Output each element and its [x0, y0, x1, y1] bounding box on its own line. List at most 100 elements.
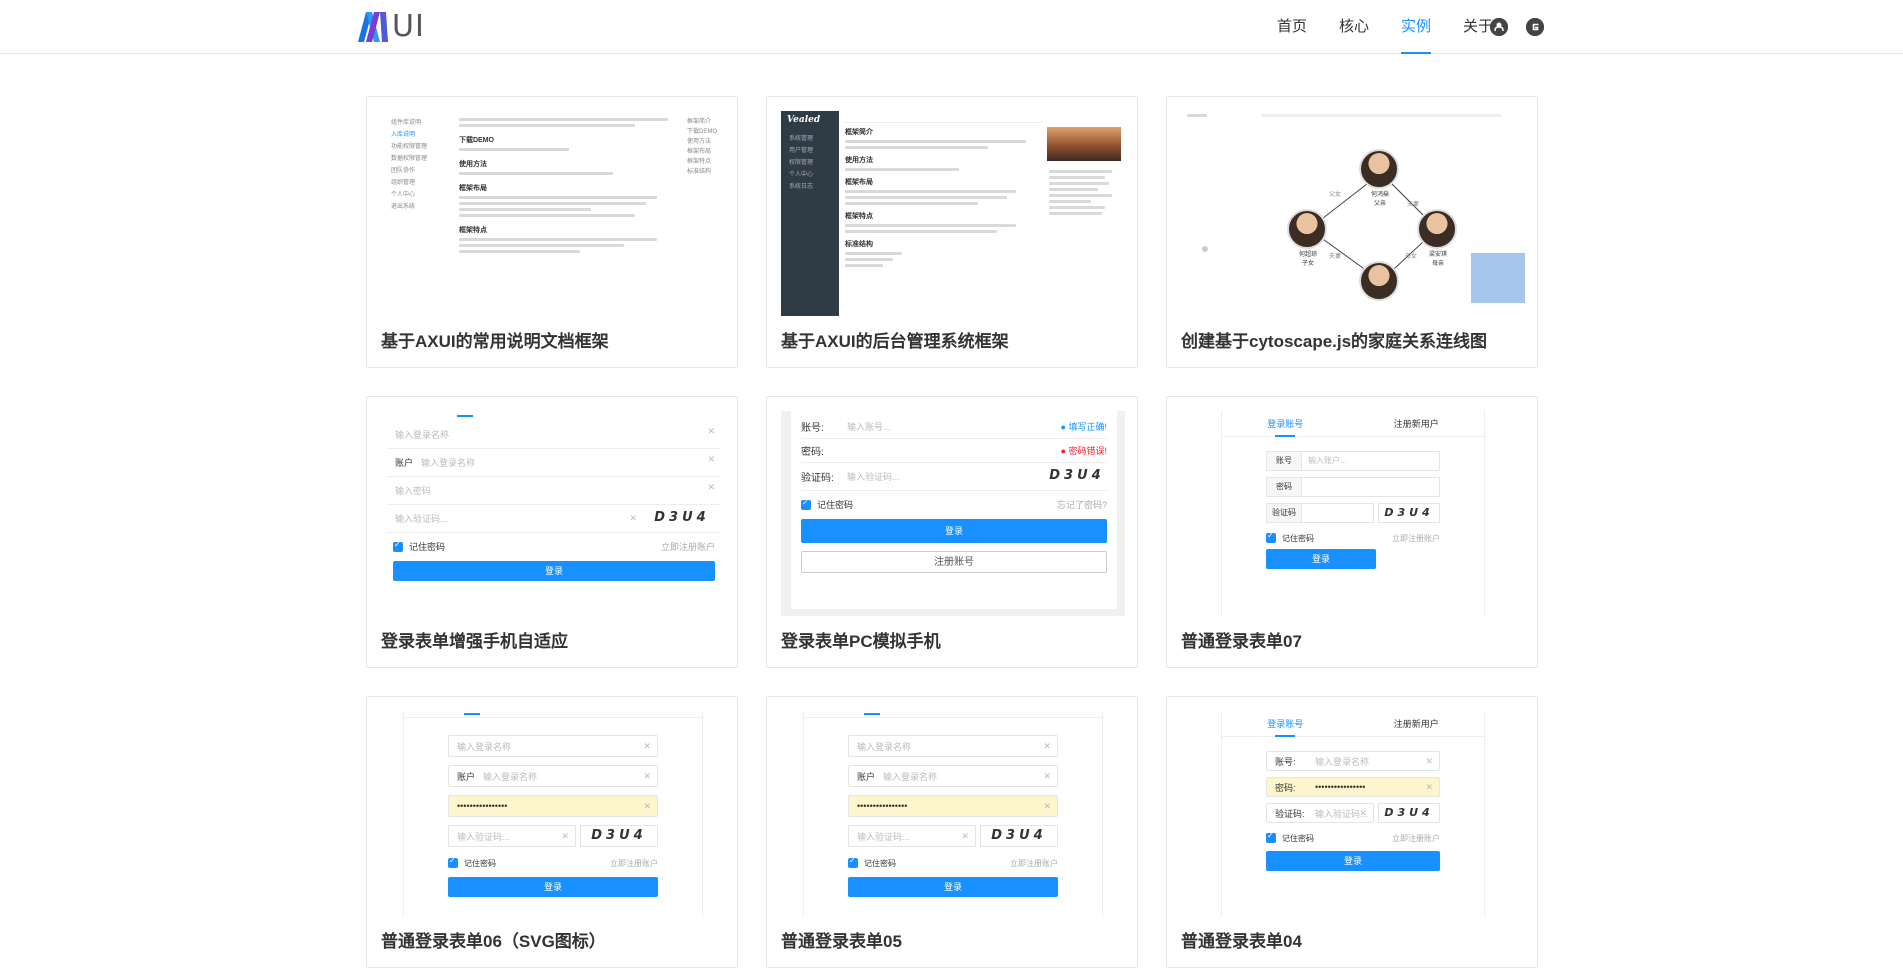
site-logo[interactable]: UI [358, 12, 425, 42]
clear-icon[interactable]: ✕ [707, 426, 715, 437]
nav-core[interactable]: 核心 [1339, 0, 1369, 54]
tab-login[interactable]: 登录账号 [1267, 711, 1303, 737]
ax-logo-icon [358, 12, 388, 42]
login-button[interactable]: 登录 [848, 877, 1058, 897]
password-input[interactable] [1302, 477, 1440, 497]
anchor-item: 标准结构 [687, 169, 712, 175]
captcha-image[interactable]: D3U4 [1378, 803, 1440, 823]
remember-checkbox[interactable]: 记住密码 [848, 856, 896, 869]
check-circle-icon: ● [1060, 422, 1066, 432]
password-label: 密码 [1266, 477, 1302, 497]
tab-register[interactable]: 注册新用户 [1394, 411, 1439, 436]
captcha-field[interactable]: 输入验证码... ✕ [448, 825, 576, 847]
clear-icon[interactable]: ✕ [1043, 741, 1051, 752]
register-link[interactable]: 立即注册账户 [1392, 533, 1440, 544]
github-icon[interactable] [1490, 18, 1508, 36]
field-placeholder: 输入登录名称 [395, 430, 450, 440]
remember-checkbox[interactable]: 记住密码 [801, 498, 853, 511]
card-title[interactable]: 创建基于cytoscape.js的家庭关系连线图 [1181, 327, 1487, 352]
username-field[interactable]: 输入登录名称 ✕ [848, 735, 1058, 757]
remember-checkbox[interactable]: 记住密码 [448, 856, 496, 869]
captcha-image[interactable]: D3U4 [1378, 503, 1440, 523]
gitee-icon[interactable] [1526, 18, 1544, 36]
login-button[interactable]: 登录 [448, 877, 658, 897]
password-label: 密码: [1275, 782, 1296, 793]
account-field[interactable]: 账户 输入登录名称 ✕ [448, 765, 658, 787]
example-card[interactable]: 输入登录名称 ✕ 账户 输入登录名称 ✕ •••••••••••••••• ✕ 输入验证… [366, 696, 738, 968]
clear-icon[interactable]: ✕ [707, 454, 715, 465]
card-title[interactable]: 登录表单增强手机自适应 [381, 627, 568, 652]
clear-icon[interactable]: ✕ [961, 831, 969, 842]
clear-icon[interactable]: ✕ [1043, 771, 1051, 782]
clear-icon[interactable]: ✕ [643, 771, 651, 782]
password-field[interactable]: 输入密码 ✕ [387, 477, 721, 505]
card-title[interactable]: 普通登录表单06（SVG图标） [381, 927, 606, 952]
account-field[interactable]: 账户 输入登录名称 ✕ [848, 765, 1058, 787]
tab-register[interactable]: 注册新用户 [1394, 711, 1439, 736]
username-field[interactable]: 输入登录名称 ✕ [387, 421, 721, 449]
captcha-image[interactable]: D3U4 [980, 825, 1058, 847]
account-input[interactable]: 输入账户... [1302, 451, 1440, 471]
captcha-input[interactable] [1302, 503, 1374, 523]
register-link[interactable]: 立即注册账户 [610, 858, 658, 869]
username-field[interactable]: 输入登录名称 ✕ [448, 735, 658, 757]
clear-icon[interactable]: ✕ [629, 513, 637, 524]
card-title[interactable]: 基于AXUI的后台管理系统框架 [781, 327, 1009, 352]
nav-examples[interactable]: 实例 [1400, 0, 1431, 54]
clear-icon[interactable]: ✕ [643, 741, 651, 752]
account-field[interactable]: 账户 输入登录名称 ✕ [387, 449, 721, 477]
forgot-password-link[interactable]: 忘记了密码? [1057, 498, 1107, 511]
card-thumbnail: Vealed 系统管理 用户管理 权限管理 个人中心 系统日志 框架简介 使用方… [781, 111, 1125, 316]
tab-login[interactable]: 登录账号 [1267, 411, 1303, 437]
login-button[interactable]: 登录 [393, 561, 715, 581]
register-link[interactable]: 立即注册账户 [1392, 833, 1440, 844]
example-card[interactable]: 何鸿燊 父亲 何超琼 子女 梁安琪 母亲 父女 夫妻 母女 夫妻 创建基于cyt… [1166, 96, 1538, 368]
card-title[interactable]: 普通登录表单07 [1181, 627, 1302, 652]
captcha-image[interactable]: D3U4 [1047, 465, 1107, 488]
login-button[interactable]: 登录 [801, 519, 1107, 543]
example-card[interactable]: 登录账号 注册新用户 账号输入账户... 密码 验证码 D3U4 记住密码 立即注… [1166, 396, 1538, 668]
account-row[interactable]: 账号: 输入账号... ● 填写正确! [801, 415, 1107, 439]
card-title[interactable]: 普通登录表单05 [781, 927, 902, 952]
register-button[interactable]: 注册账号 [801, 551, 1107, 573]
example-card[interactable]: 输入登录名称 ✕ 账户输入登录名称✕ 输入密码✕ 输入验证码...✕ D3U4 记… [366, 396, 738, 668]
register-link[interactable]: 立即注册账户 [1010, 858, 1058, 869]
example-card[interactable]: 输入登录名称 ✕ 账户 输入登录名称 ✕ •••••••••••••••• ✕ 输入验证… [766, 696, 1138, 968]
register-link[interactable]: 立即注册账户 [661, 540, 715, 553]
password-field[interactable]: 密码: •••••••••••••••• ✕ [1266, 777, 1440, 797]
remember-checkbox[interactable]: 记住密码 [1266, 831, 1314, 844]
card-title[interactable]: 基于AXUI的常用说明文档框架 [381, 327, 609, 352]
example-card[interactable]: 组件库说明 入库说明 功能权限管理 数据权限管理 团队协作 组织管理 个人中心 … [366, 96, 738, 368]
menu-item: 组件库说明 [391, 120, 422, 126]
login-button[interactable]: 登录 [1266, 549, 1376, 569]
card-title[interactable]: 登录表单PC模拟手机 [781, 627, 941, 652]
captcha-field[interactable]: 输入验证码... ✕ [848, 825, 976, 847]
password-field[interactable]: •••••••••••••••• ✕ [848, 795, 1058, 817]
nav-home[interactable]: 首页 [1277, 0, 1307, 54]
captcha-field[interactable]: 输入验证码... ✕ [387, 507, 643, 530]
card-title[interactable]: 普通登录表单04 [1181, 927, 1302, 952]
clear-icon[interactable]: ✕ [707, 482, 715, 493]
clear-icon[interactable]: ✕ [643, 801, 651, 812]
captcha-image[interactable]: D3U4 [643, 507, 721, 530]
login-form: 输入登录名称 ✕ 账户输入登录名称✕ 输入密码✕ 输入验证码...✕ D3U4 记… [387, 421, 721, 581]
remember-checkbox[interactable]: 记住密码 [393, 540, 445, 553]
account-field[interactable]: 账号: 输入登录名称 ✕ [1266, 751, 1440, 771]
example-card[interactable]: Vealed 系统管理 用户管理 权限管理 个人中心 系统日志 框架简介 使用方… [766, 96, 1138, 368]
captcha-row[interactable]: 验证码: 输入验证码... D3U4 [801, 463, 1107, 491]
clear-icon[interactable]: ✕ [1043, 801, 1051, 812]
clear-icon[interactable]: ✕ [1359, 808, 1367, 819]
example-card[interactable]: 登录账号 注册新用户 账号: 输入登录名称 ✕ 密码: •••••••••••••••… [1166, 696, 1538, 968]
example-card[interactable]: 账号: 输入账号... ● 填写正确! 密码: ● 密码错误! 验证码: 输入验… [766, 396, 1138, 668]
remember-checkbox[interactable]: 记住密码 [1266, 531, 1314, 544]
clear-icon[interactable]: ✕ [1425, 782, 1433, 793]
password-field[interactable]: •••••••••••••••• ✕ [448, 795, 658, 817]
account-label: 账号: [801, 423, 824, 434]
captcha-image[interactable]: D3U4 [580, 825, 658, 847]
clear-icon[interactable]: ✕ [1425, 756, 1433, 767]
password-row[interactable]: 密码: ● 密码错误! [801, 439, 1107, 463]
login-button[interactable]: 登录 [1266, 851, 1440, 871]
nav-about[interactable]: 关于 [1463, 0, 1493, 54]
clear-icon[interactable]: ✕ [561, 831, 569, 842]
captcha-field[interactable]: 验证码: 输入验证码... ✕ [1266, 803, 1374, 823]
